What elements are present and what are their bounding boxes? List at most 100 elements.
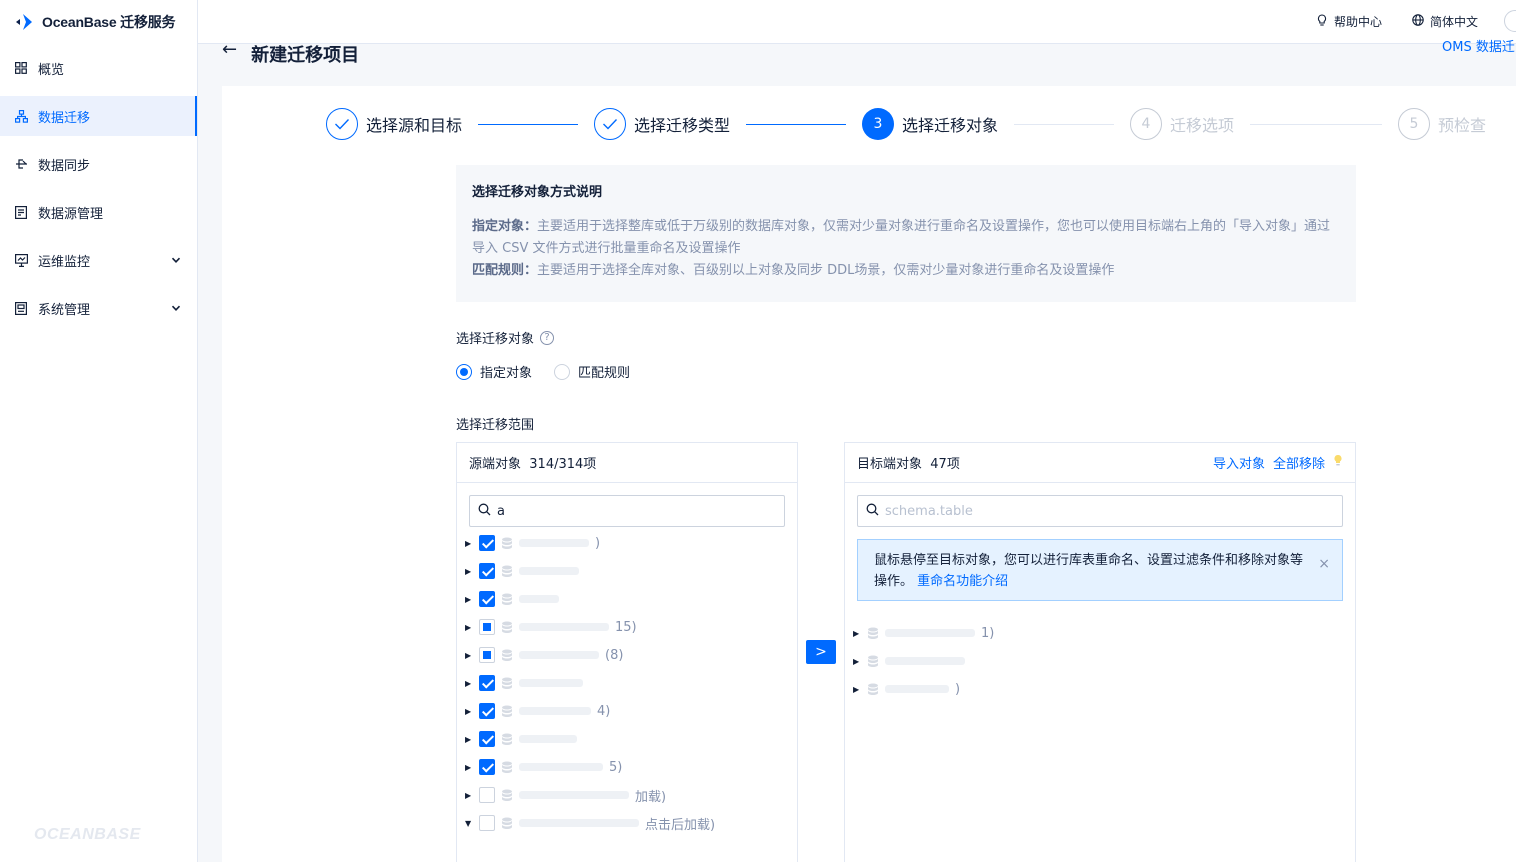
row-checkbox[interactable]	[479, 703, 495, 719]
caret-right-icon[interactable]: ▶	[465, 567, 473, 576]
row-checkbox[interactable]	[479, 591, 495, 607]
row-checkbox[interactable]	[479, 815, 495, 831]
caret-down-icon[interactable]: ▼	[465, 819, 473, 828]
tree-row[interactable]: ▶ 4)	[457, 697, 797, 725]
tree-row[interactable]: ▶	[457, 725, 797, 753]
question-icon[interactable]: ?	[540, 330, 555, 345]
redacted-name	[885, 657, 965, 665]
source-search-input[interactable]	[497, 503, 776, 519]
source-search-box[interactable]	[469, 495, 785, 527]
remove-all-link[interactable]: 全部移除	[1273, 453, 1325, 472]
avatar[interactable]	[1504, 10, 1516, 32]
tree-row[interactable]: ▶ 1)	[845, 619, 1355, 647]
sidebar-item-system[interactable]: 系统管理	[0, 288, 197, 328]
caret-right-icon[interactable]: ▶	[465, 539, 473, 548]
row-checkbox[interactable]	[479, 759, 495, 775]
sidebar-item-label: 系统管理	[38, 302, 91, 318]
row-checkbox[interactable]	[479, 675, 495, 691]
target-tree: ▶ 1) ▶ ▶)	[845, 619, 1355, 703]
chevron-down-icon[interactable]	[171, 254, 181, 269]
caret-right-icon[interactable]: ▶	[465, 651, 473, 660]
tree-row[interactable]: ▶	[845, 647, 1355, 675]
caret-right-icon[interactable]: ▶	[465, 735, 473, 744]
target-panel-header: 目标端对象 47项 导入对象 全部移除	[845, 443, 1355, 483]
row-suffix: )	[955, 681, 961, 697]
sidebar-item-sync[interactable]: 数据同步	[0, 144, 197, 184]
tree-row[interactable]: ▶ 加载)	[457, 781, 797, 809]
database-icon	[501, 565, 513, 577]
sidebar-item-label: 概览	[38, 62, 65, 78]
tree-row[interactable]: ▶	[457, 585, 797, 613]
target-search-input[interactable]	[885, 503, 1334, 519]
radio-specified-objects[interactable]: 指定对象	[456, 362, 532, 381]
row-checkbox[interactable]	[479, 731, 495, 747]
sidebar: OceanBase 迁移服务 概览 数据迁移 数据同步 数据源管理 运维监控 系…	[0, 0, 198, 862]
sidebar-item-datasource[interactable]: 数据源管理	[0, 192, 197, 232]
step-label: 迁移选项	[1170, 116, 1235, 135]
caret-right-icon[interactable]: ▶	[853, 657, 861, 666]
step-select-objects[interactable]: 3 选择迁移对象	[862, 108, 998, 140]
row-suffix: 加载)	[635, 789, 667, 805]
sidebar-item-migration[interactable]: 数据迁移	[0, 96, 197, 136]
step-precheck[interactable]: 5 预检查	[1398, 108, 1486, 140]
radio-match-rules[interactable]: 匹配规则	[554, 362, 630, 381]
database-icon	[867, 683, 879, 695]
radio-label: 匹配规则	[578, 366, 631, 381]
source-panel-title: 源端对象 314/314项	[469, 453, 596, 472]
step-select-migration-type[interactable]: 选择迁移类型	[594, 108, 730, 140]
caret-right-icon[interactable]: ▶	[465, 791, 473, 800]
language-label: 简体中文	[1429, 15, 1478, 29]
target-search-box[interactable]	[857, 495, 1343, 527]
step-migration-options[interactable]: 4 迁移选项	[1130, 108, 1234, 140]
import-objects-link[interactable]: 导入对象	[1213, 453, 1265, 472]
caret-right-icon[interactable]: ▶	[853, 629, 861, 638]
tree-row[interactable]: ▼ 点击后加载)	[457, 809, 797, 837]
database-icon	[501, 761, 513, 773]
row-checkbox[interactable]	[479, 535, 495, 551]
grid-icon	[14, 61, 28, 75]
tree-row[interactable]: ▶)	[457, 529, 797, 557]
row-checkbox[interactable]	[479, 787, 495, 803]
rename-help-link[interactable]: 重命名功能介绍	[917, 574, 1008, 589]
help-center-link[interactable]: 帮助中心	[1316, 13, 1382, 30]
step-select-source-target[interactable]: 选择源和目标	[326, 108, 462, 140]
tree-row[interactable]: ▶ 5)	[457, 753, 797, 781]
app-logo[interactable]: OceanBase 迁移服务	[0, 0, 197, 44]
back-arrow-icon[interactable]: ←	[222, 39, 237, 60]
step-connector	[1250, 124, 1382, 125]
page-title: 新建迁移项目	[251, 45, 360, 64]
chevron-down-icon[interactable]	[171, 302, 181, 317]
target-count: 47项	[930, 457, 960, 472]
oms-doc-link[interactable]: OMS 数据迁	[1442, 36, 1515, 55]
lightbulb-icon[interactable]	[1333, 454, 1343, 471]
row-checkbox[interactable]	[479, 647, 495, 663]
caret-right-icon[interactable]: ▶	[465, 707, 473, 716]
caret-right-icon[interactable]: ▶	[465, 679, 473, 688]
move-to-target-button[interactable]: >	[806, 640, 836, 664]
radio-indicator[interactable]	[456, 363, 472, 380]
redacted-name	[519, 791, 629, 799]
sidebar-item-monitor[interactable]: 运维监控	[0, 240, 197, 280]
sidebar-item-label: 数据同步	[38, 158, 91, 174]
caret-right-icon[interactable]: ▶	[465, 623, 473, 632]
sidebar-item-overview[interactable]: 概览	[0, 48, 197, 88]
radio-indicator[interactable]	[554, 363, 571, 380]
footer-logo: OCEANBASE	[34, 826, 141, 843]
tree-row[interactable]: ▶	[457, 557, 797, 585]
sidebar-item-label: 数据源管理	[38, 206, 104, 222]
target-title: 目标端对象	[857, 457, 923, 472]
caret-right-icon[interactable]: ▶	[853, 685, 861, 694]
caret-right-icon[interactable]: ▶	[465, 595, 473, 604]
database-icon	[501, 789, 513, 801]
step-number: 5	[1398, 108, 1430, 140]
tree-row[interactable]: ▶	[457, 669, 797, 697]
tree-row[interactable]: ▶)	[845, 675, 1355, 703]
caret-right-icon[interactable]: ▶	[465, 763, 473, 772]
tree-row[interactable]: ▶ 15)	[457, 613, 797, 641]
close-icon[interactable]: ×	[1318, 554, 1330, 575]
language-switch[interactable]: 简体中文	[1412, 13, 1478, 30]
tree-row[interactable]: ▶ (8)	[457, 641, 797, 669]
row-checkbox[interactable]	[479, 563, 495, 579]
row-checkbox[interactable]	[479, 619, 495, 635]
target-panel-title: 目标端对象 47项	[857, 453, 960, 472]
